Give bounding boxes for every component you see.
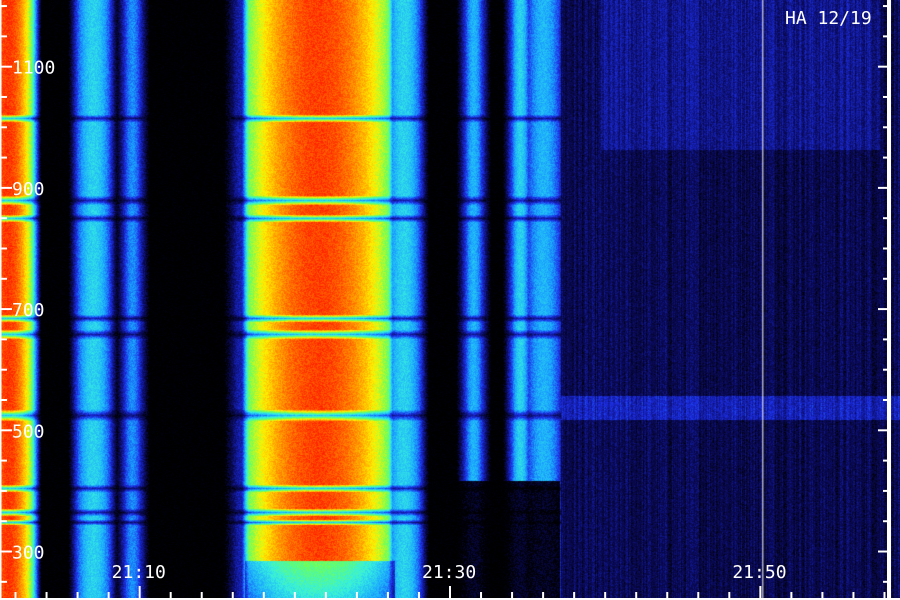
x-tick-label: 21:10 [112, 562, 166, 583]
y-tick-label: 1100 [12, 58, 55, 79]
x-axis: 21:10 21:30 21:50 [0, 562, 900, 600]
x-tick-label: 21:30 [422, 562, 476, 583]
y-axis: 1100 900 700 500 300 [0, 0, 891, 600]
y-tick-label: 900 [12, 179, 45, 200]
y-tick-label: 500 [12, 421, 45, 442]
chart-axes-overlay: 1100 900 700 500 300 21:10 21:30 21:50 HA 12/1… [0, 0, 900, 600]
chart-title: HA 12/19 [785, 8, 872, 29]
y-tick-label: 300 [12, 543, 45, 564]
x-tick-label: 21:50 [732, 562, 786, 583]
spectrogram-chart: 1100 900 700 500 300 21:10 21:30 21:50 HA 12/1… [0, 0, 900, 600]
y-tick-label: 700 [12, 300, 45, 321]
